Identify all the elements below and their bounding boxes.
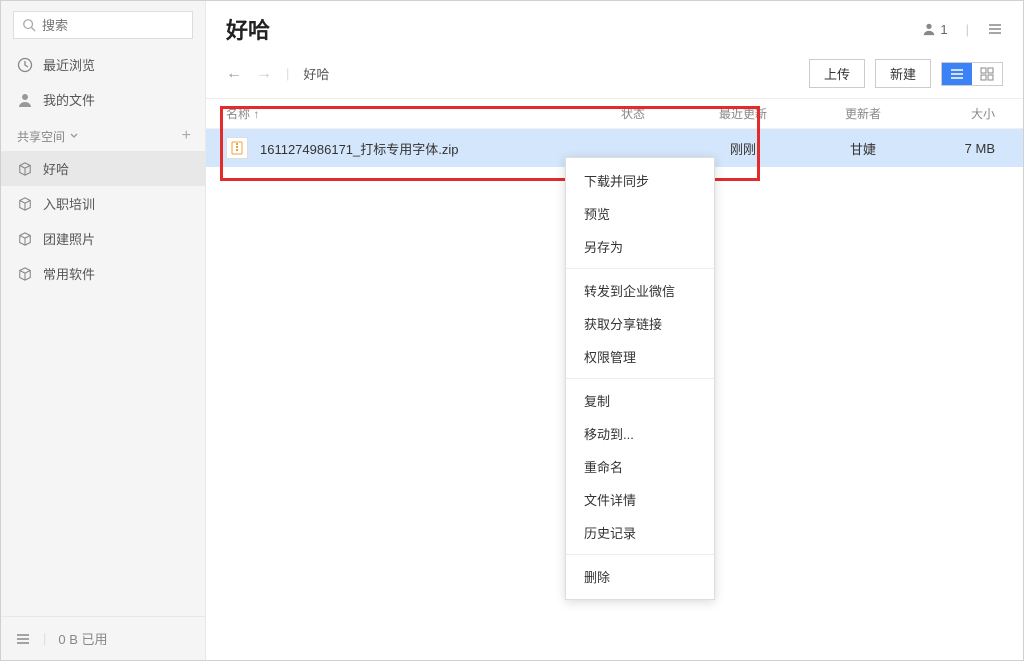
sidebar-item-label: 常用软件 xyxy=(43,264,95,283)
nav-myfiles[interactable]: 我的文件 xyxy=(1,82,205,117)
sidebar-item-label: 好哈 xyxy=(43,159,69,178)
file-updated: 刚刚 xyxy=(683,139,803,158)
sidebar-item-1[interactable]: 入职培训 xyxy=(1,186,205,221)
menu-move-to[interactable]: 移动到... xyxy=(566,417,714,450)
menu-rename[interactable]: 重命名 xyxy=(566,450,714,483)
main-header: 好哈 1 | xyxy=(206,1,1023,53)
file-name: 1611274986171_打标专用字体.zip xyxy=(260,139,459,158)
page-title: 好哈 xyxy=(226,13,270,45)
col-updated-header[interactable]: 最近更新 xyxy=(683,105,803,122)
menu-history[interactable]: 历史记录 xyxy=(566,516,714,549)
sidebar-item-label: 入职培训 xyxy=(43,194,95,213)
menu-separator xyxy=(566,554,714,555)
chevron-down-icon[interactable] xyxy=(69,131,79,141)
more-menu-icon[interactable] xyxy=(987,21,1003,37)
zip-file-icon xyxy=(226,137,248,159)
sidebar-item-3[interactable]: 常用软件 xyxy=(1,256,205,291)
menu-forward-wecom[interactable]: 转发到企业微信 xyxy=(566,274,714,307)
file-updater: 甘婕 xyxy=(803,139,923,158)
menu-download-sync[interactable]: 下载并同步 xyxy=(566,164,714,197)
header-right: 1 | xyxy=(922,21,1003,37)
col-status-header[interactable]: 状态 xyxy=(583,105,683,122)
sidebar-footer: | 0 B 已用 xyxy=(1,616,205,660)
menu-separator xyxy=(566,268,714,269)
person-icon xyxy=(922,22,936,36)
sidebar-item-2[interactable]: 团建照片 xyxy=(1,221,205,256)
menu-copy[interactable]: 复制 xyxy=(566,384,714,417)
breadcrumb[interactable]: 好哈 xyxy=(303,64,329,83)
search-box[interactable] xyxy=(13,11,193,39)
col-size-header[interactable]: 大小 xyxy=(923,105,1003,122)
table-header: 名称 ↑ 状态 最近更新 更新者 大小 xyxy=(206,99,1023,129)
back-button[interactable]: ← xyxy=(226,65,242,83)
cube-icon xyxy=(17,196,33,212)
nav-recent[interactable]: 最近浏览 xyxy=(1,47,205,82)
add-space-button[interactable]: + xyxy=(182,127,191,145)
menu-get-link[interactable]: 获取分享链接 xyxy=(566,307,714,340)
menu-details[interactable]: 文件详情 xyxy=(566,483,714,516)
col-updater-header[interactable]: 更新者 xyxy=(803,105,923,122)
menu-delete[interactable]: 删除 xyxy=(566,560,714,593)
members-badge[interactable]: 1 xyxy=(922,22,947,37)
upload-button[interactable]: 上传 xyxy=(809,59,865,88)
context-menu: 下载并同步 预览 另存为 转发到企业微信 获取分享链接 权限管理 复制 移动到.… xyxy=(565,157,715,600)
file-size: 7 MB xyxy=(923,141,1003,156)
menu-separator xyxy=(566,378,714,379)
toolbar: ← → | 好哈 上传 新建 xyxy=(206,53,1023,99)
clock-icon xyxy=(17,57,33,73)
forward-button[interactable]: → xyxy=(256,65,272,83)
storage-usage: 0 B 已用 xyxy=(58,629,107,648)
person-icon xyxy=(17,92,33,108)
sidebar-item-0[interactable]: 好哈 xyxy=(1,151,205,186)
nav-recent-label: 最近浏览 xyxy=(43,55,95,74)
menu-preview[interactable]: 预览 xyxy=(566,197,714,230)
new-button[interactable]: 新建 xyxy=(875,59,931,88)
grid-view-button[interactable] xyxy=(972,63,1002,85)
sidebar-item-label: 团建照片 xyxy=(43,229,95,248)
view-toggle xyxy=(941,62,1003,86)
col-name-header[interactable]: 名称 ↑ xyxy=(226,105,583,122)
cube-icon xyxy=(17,266,33,282)
shared-space-header: 共享空间 + xyxy=(1,117,205,151)
menu-save-as[interactable]: 另存为 xyxy=(566,230,714,263)
cube-icon xyxy=(17,231,33,247)
nav-myfiles-label: 我的文件 xyxy=(43,90,95,109)
list-view-button[interactable] xyxy=(942,63,972,85)
cube-icon xyxy=(17,161,33,177)
search-input[interactable] xyxy=(42,18,184,33)
menu-icon[interactable] xyxy=(15,631,31,647)
search-icon xyxy=(22,18,36,32)
sidebar: 最近浏览 我的文件 共享空间 + 好哈 入职培训 团建照片 xyxy=(1,1,206,660)
menu-permission[interactable]: 权限管理 xyxy=(566,340,714,373)
shared-space-label: 共享空间 xyxy=(17,128,65,145)
